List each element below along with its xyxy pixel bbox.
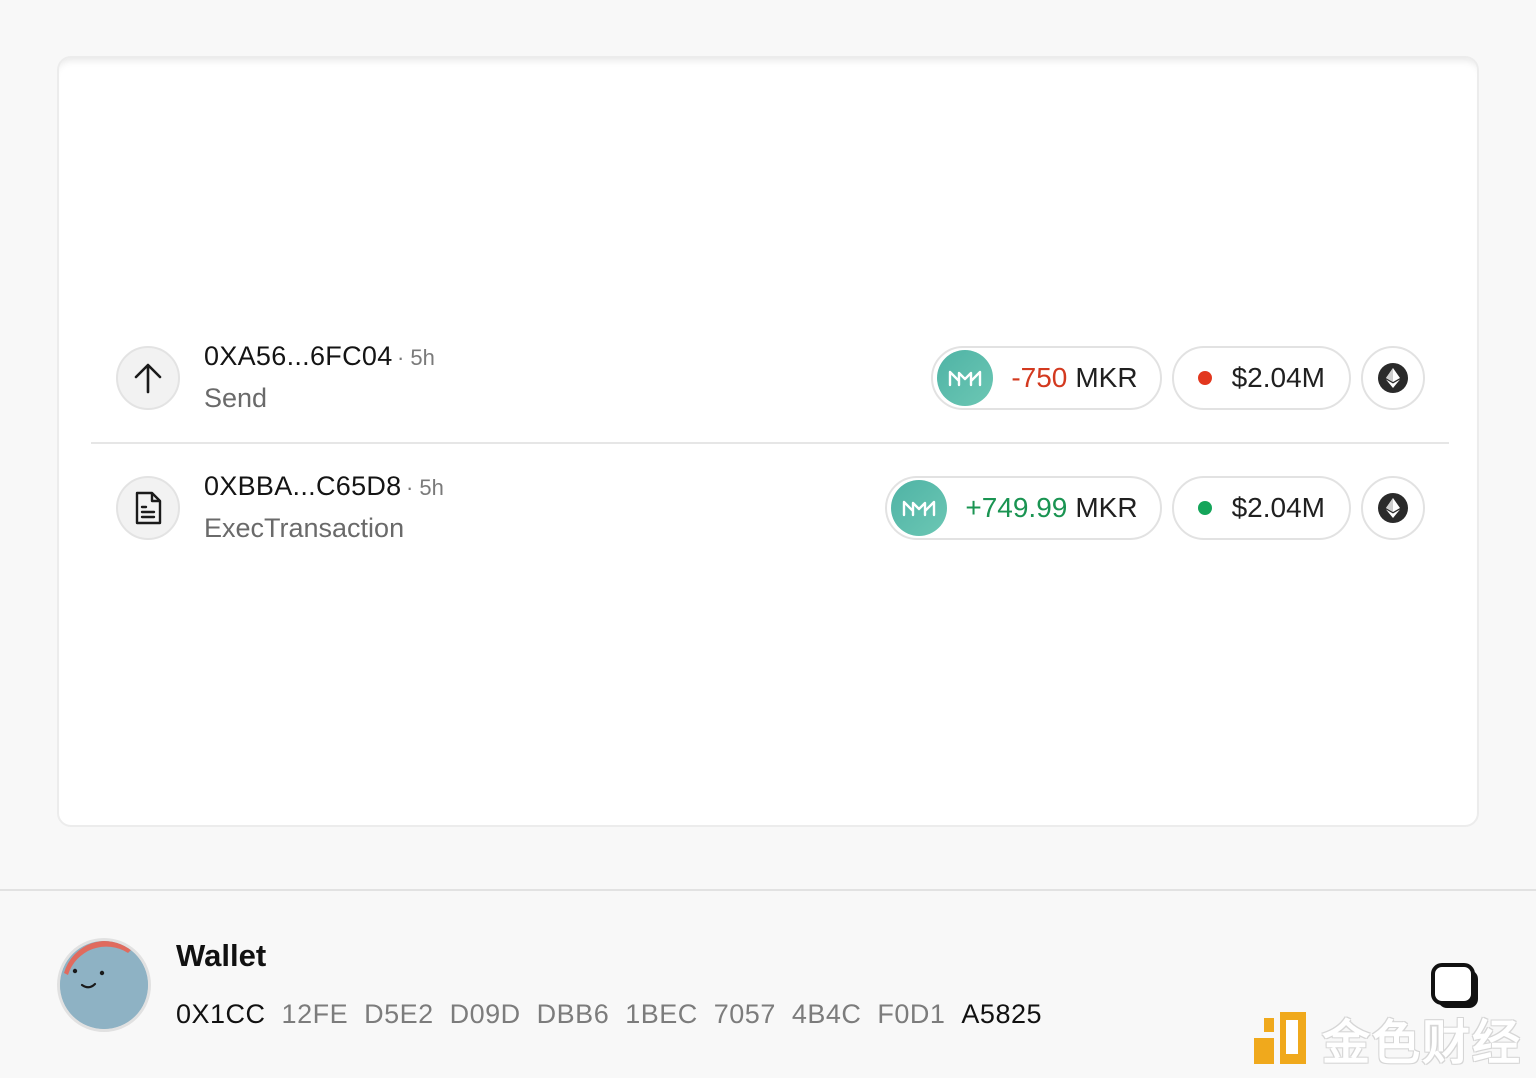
- chain-pill[interactable]: [1361, 476, 1425, 540]
- wallet-title: Wallet: [176, 938, 267, 973]
- wallet-address[interactable]: 0X1CC 12FE D5E2 D09D DBB6 1BEC 7057 4B4C F0D1 A58…: [176, 999, 1058, 1030]
- transaction-time: · 5h: [396, 345, 435, 370]
- transactions-card: 0XA56...6FC04 · 5h Send -750 MKR $2.04M: [57, 56, 1479, 827]
- transaction-address[interactable]: 0XA56...6FC04: [204, 341, 393, 371]
- ethereum-icon: [1378, 493, 1408, 523]
- ethereum-icon: [1378, 363, 1408, 393]
- transaction-row[interactable]: 0XA56...6FC04 · 5h Send -750 MKR $2.04M: [91, 315, 1449, 445]
- usd-value: $2.04M: [1231, 362, 1325, 393]
- token-amount: -750: [1011, 362, 1068, 393]
- address-group: 7057: [713, 999, 776, 1029]
- footer-divider: [0, 889, 1536, 891]
- usd-value-pill[interactable]: $2.04M: [1171, 346, 1351, 410]
- status-dot: [1197, 501, 1212, 515]
- transaction-address[interactable]: 0XBBA...C65D8: [204, 471, 402, 501]
- token-symbol: MKR: [1075, 362, 1138, 393]
- address-group: 0X1CC: [176, 999, 266, 1029]
- watermark-text: 金色财经: [1322, 1015, 1523, 1071]
- row-divider: [91, 442, 1449, 444]
- address-group: 1BEC: [625, 999, 698, 1029]
- address-group: 12FE: [281, 999, 349, 1029]
- maker-icon: [937, 350, 994, 406]
- transaction-time: · 5h: [405, 475, 444, 500]
- arrow-up-icon: [116, 346, 180, 410]
- address-group: D09D: [449, 999, 521, 1029]
- address-group: DBB6: [536, 999, 610, 1029]
- transaction-row[interactable]: 0XBBA...C65D8 · 5h ExecTransaction +749.…: [91, 445, 1449, 575]
- avatar[interactable]: [57, 938, 151, 1032]
- address-group: F0D1: [877, 999, 946, 1029]
- watermark-logo-icon: [1254, 1012, 1306, 1064]
- document-icon: [116, 476, 180, 540]
- watermark: 金色财经: [1252, 1008, 1522, 1071]
- token-amount: +749.99: [965, 492, 1068, 523]
- address-group: D5E2: [364, 999, 434, 1029]
- chain-pill[interactable]: [1361, 346, 1425, 410]
- transaction-type: Send: [204, 383, 268, 413]
- status-dot: [1197, 371, 1212, 385]
- address-group: A5825: [961, 999, 1042, 1029]
- token-amount-pill[interactable]: +749.99 MKR: [885, 476, 1162, 540]
- maker-icon: [891, 480, 948, 536]
- token-amount-pill[interactable]: -750 MKR: [931, 346, 1162, 410]
- token-symbol: MKR: [1075, 492, 1138, 523]
- transaction-type: ExecTransaction: [204, 513, 405, 543]
- usd-value-pill[interactable]: $2.04M: [1171, 476, 1351, 540]
- address-group: 4B4C: [791, 999, 862, 1029]
- usd-value: $2.04M: [1231, 492, 1325, 523]
